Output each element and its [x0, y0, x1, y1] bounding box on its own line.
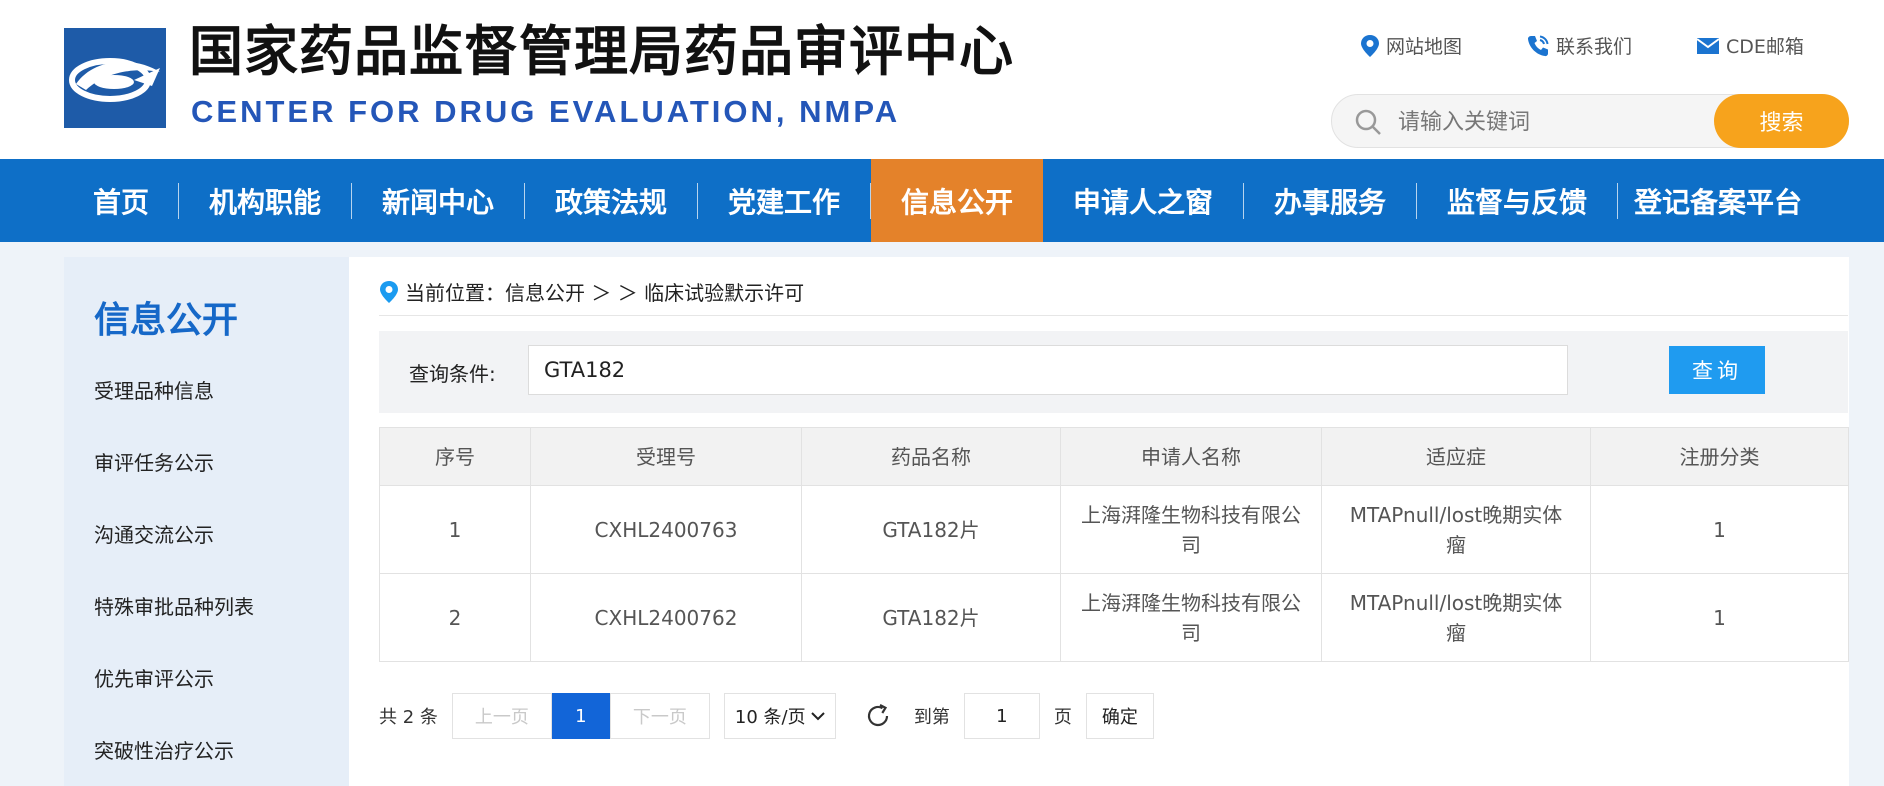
main-content: 当前位置：信息公开 ＞ ＞ 临床试验默示许可 查询条件: 查询 序号 受理号 药… — [349, 257, 1849, 786]
query-bar: 查询条件: 查询 — [379, 331, 1848, 413]
page-number-current[interactable]: 1 — [551, 693, 610, 739]
location-pin-icon — [380, 280, 398, 303]
query-label: 查询条件: — [409, 362, 496, 386]
cell-reg-class: 1 — [1590, 485, 1849, 574]
site-header: 国家药品监督管理局药品审评中心 CENTER FOR DRUG EVALUATI… — [0, 0, 1884, 159]
col-header-applicant: 申请人名称 — [1060, 427, 1322, 486]
chevron-down-icon — [811, 712, 825, 721]
refresh-icon[interactable] — [864, 702, 892, 730]
nav-info-disclosure[interactable]: 信息公开 — [871, 159, 1043, 242]
main-nav: 首页 机构职能 新闻中心 政策法规 党建工作 信息公开 申请人之窗 办事服务 监… — [0, 159, 1884, 242]
results-table: 序号 受理号 药品名称 申请人名称 适应症 注册分类 1 CXHL2400763… — [379, 427, 1849, 662]
page-unit-label: 页 — [1053, 707, 1072, 728]
site-title: 国家药品监督管理局药品审评中心 — [189, 20, 1014, 83]
cell-applicant: 上海湃隆生物科技有限公司 — [1060, 485, 1322, 574]
sidebar-item-priority-review[interactable]: 优先审评公示 — [94, 663, 214, 692]
table-header-row: 序号 受理号 药品名称 申请人名称 适应症 注册分类 — [379, 427, 1849, 486]
breadcrumb-divider — [379, 315, 1848, 316]
search-icon — [1355, 109, 1381, 135]
sidebar-title: 信息公开 — [94, 300, 239, 341]
goto-page-input[interactable]: 1 — [963, 693, 1040, 739]
sidebar: 信息公开 受理品种信息 审评任务公示 沟通交流公示 特殊审批品种列表 优先审评公… — [64, 257, 349, 786]
sidebar-item-communication[interactable]: 沟通交流公示 — [94, 519, 214, 548]
cell-drug-name: GTA182片 — [801, 573, 1061, 662]
cde-mail-link[interactable]: CDE邮箱 — [1696, 32, 1804, 59]
pagination: 共 2 条 上一页 1 下一页 10 条/页 到第 1 页 确定 — [379, 693, 1154, 739]
col-header-reg-class: 注册分类 — [1590, 427, 1849, 486]
col-header-index: 序号 — [379, 427, 531, 486]
contact-label: 联系我们 — [1556, 36, 1633, 58]
breadcrumb-text: 当前位置：信息公开 ＞ ＞ 临床试验默示许可 — [405, 281, 805, 305]
page-size-value: 10 条/页 — [734, 707, 806, 728]
nav-party[interactable]: 党建工作 — [698, 159, 870, 242]
cell-index: 1 — [379, 485, 531, 574]
col-header-drug-name: 药品名称 — [801, 427, 1061, 486]
sidebar-item-review-tasks[interactable]: 审评任务公示 — [94, 447, 214, 476]
query-button[interactable]: 查询 — [1669, 346, 1765, 394]
cell-drug-name: GTA182片 — [801, 485, 1061, 574]
breadcrumb: 当前位置：信息公开 ＞ ＞ 临床试验默示许可 — [379, 277, 804, 306]
sidebar-item-breakthrough[interactable]: 突破性治疗公示 — [94, 735, 234, 764]
cell-acceptance-no: CXHL2400762 — [530, 573, 802, 662]
table-row[interactable]: 2 CXHL2400762 GTA182片 上海湃隆生物科技有限公司 MTAPn… — [379, 573, 1849, 662]
sitemap-label: 网站地图 — [1386, 36, 1463, 58]
cell-indication: MTAPnull/lost晚期实体瘤 — [1321, 573, 1591, 662]
query-input[interactable] — [528, 345, 1568, 395]
contact-link[interactable]: 联系我们 — [1526, 32, 1632, 59]
total-count: 共 2 条 — [379, 707, 438, 728]
nav-news[interactable]: 新闻中心 — [352, 159, 524, 242]
sitemap-link[interactable]: 网站地图 — [1360, 32, 1462, 59]
prev-page-button[interactable]: 上一页 — [451, 693, 552, 739]
site-search: 搜索 — [1331, 94, 1849, 148]
cell-indication: MTAPnull/lost晚期实体瘤 — [1321, 485, 1591, 574]
cell-applicant: 上海湃隆生物科技有限公司 — [1060, 573, 1322, 662]
cde-logo[interactable] — [64, 28, 166, 128]
sidebar-item-accepted[interactable]: 受理品种信息 — [94, 375, 214, 404]
col-header-indication: 适应症 — [1321, 427, 1591, 486]
goto-label: 到第 — [913, 707, 950, 728]
top-links: 网站地图 联系我们 CDE邮箱 — [1360, 32, 1804, 59]
nav-registration[interactable]: 登记备案平台 — [1618, 159, 1818, 242]
location-pin-icon — [1361, 34, 1379, 57]
nav-policy[interactable]: 政策法规 — [525, 159, 697, 242]
mail-icon — [1696, 37, 1720, 54]
next-page-button[interactable]: 下一页 — [609, 693, 710, 739]
page-size-select[interactable]: 10 条/页 — [723, 693, 836, 739]
sidebar-item-special-approval[interactable]: 特殊审批品种列表 — [94, 591, 254, 620]
nav-applicant[interactable]: 申请人之窗 — [1043, 159, 1243, 242]
nav-home[interactable]: 首页 — [64, 159, 178, 242]
nav-services[interactable]: 办事服务 — [1244, 159, 1416, 242]
goto-confirm-button[interactable]: 确定 — [1085, 693, 1154, 739]
cell-acceptance-no: CXHL2400763 — [530, 485, 802, 574]
cell-reg-class: 1 — [1590, 573, 1849, 662]
phone-icon — [1527, 35, 1549, 56]
cde-mail-label: CDE邮箱 — [1726, 36, 1804, 58]
search-button[interactable]: 搜索 — [1714, 94, 1849, 148]
col-header-acceptance-no: 受理号 — [530, 427, 802, 486]
nav-supervision[interactable]: 监督与反馈 — [1417, 159, 1617, 242]
search-input[interactable] — [1398, 104, 1708, 140]
nav-functions[interactable]: 机构职能 — [179, 159, 351, 242]
site-subtitle: CENTER FOR DRUG EVALUATION, NMPA — [191, 94, 901, 129]
table-row[interactable]: 1 CXHL2400763 GTA182片 上海湃隆生物科技有限公司 MTAPn… — [379, 485, 1849, 574]
cell-index: 2 — [379, 573, 531, 662]
